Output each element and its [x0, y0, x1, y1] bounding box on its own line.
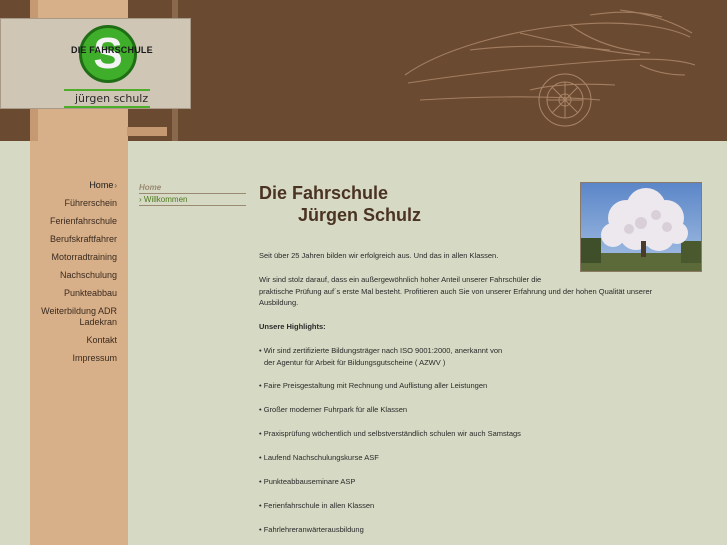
sidebar-item-label: Home: [89, 180, 114, 190]
highlights-heading: Unsere Highlights:: [259, 322, 326, 331]
subnav-item-label: Willkommen: [143, 195, 188, 204]
highlight-item: • Punkteabbauseminare ASP: [259, 477, 356, 486]
highlight-line: • Wir sind zertifizierte Bildungsträger …: [259, 346, 503, 355]
sidebar-item-impressum[interactable]: Impressum: [0, 353, 125, 364]
highlight-item: • Fahrlehreranwärterausbildung: [259, 525, 364, 534]
highlight-item: • Ferienfahrschule in allen Klassen: [259, 501, 375, 510]
logo-owner-name: jürgen schulz: [75, 92, 149, 105]
highlight-item: • Faire Preisgestaltung mit Rechnung und…: [259, 381, 488, 390]
highlight-item: • Wir sind zertifizierte Bildungsträger …: [259, 345, 689, 368]
highlight-item: • Großer moderner Fuhrpark für alle Klas…: [259, 405, 408, 414]
sidebar-item-punkteabbau[interactable]: Punkteabbau: [0, 288, 125, 299]
logo-divider-top: [64, 89, 150, 91]
intro-text: Seit über 25 Jahren bilden wir erfolgrei…: [259, 251, 499, 260]
pride-line: Wir sind stolz darauf, dass ein außergew…: [259, 275, 542, 284]
logo-divider-bottom: [64, 106, 150, 108]
breadcrumb: Home › Willkommen: [139, 183, 246, 206]
sidebar-item-fuehrerschein[interactable]: Führerschein: [0, 198, 125, 209]
chevron-right-icon: ›: [139, 195, 142, 204]
highlight-line: der Agentur für Arbeit für Bildungsgutsc…: [264, 357, 446, 367]
sidebar-item-motorradtraining[interactable]: Motorradtraining: [0, 252, 125, 263]
logo-title: DIE FAHRSCHULE: [71, 45, 153, 55]
pillar-step: [127, 127, 167, 136]
highlight-item: • Laufend Nachschulungskurse ASF: [259, 453, 379, 462]
pride-line: Ausbildung.: [259, 298, 299, 307]
chevron-right-icon: ›: [114, 181, 117, 190]
sidebar-item-berufskraftfahrer[interactable]: Berufskraftfahrer: [0, 234, 125, 245]
sidebar-item-kontakt[interactable]: Kontakt: [0, 335, 125, 346]
breadcrumb-home-link[interactable]: Home: [139, 183, 246, 194]
sidebar-item-weiterbildung[interactable]: Weiterbildung ADR Ladekran: [0, 306, 125, 328]
car-sketch-image: [404, 9, 696, 127]
sidebar-item-label: Ladekran: [79, 317, 117, 327]
subnav-item-willkommen[interactable]: › Willkommen: [139, 194, 246, 206]
sidebar-nav: Home› Führerschein Ferienfahrschule Beru…: [0, 180, 125, 364]
logo[interactable]: S DIE FAHRSCHULE jürgen schulz: [0, 18, 191, 109]
sidebar-item-ferienfahrschule[interactable]: Ferienfahrschule: [0, 216, 125, 227]
highlight-item: • Praxisprüfung wöchentlich und selbstve…: [259, 429, 521, 438]
pride-paragraph: Wir sind stolz darauf, dass ein außergew…: [259, 274, 689, 309]
sidebar-item-label: Weiterbildung ADR: [41, 306, 117, 316]
pride-line: praktische Prüfung auf´s erste Mal beste…: [259, 286, 653, 296]
sidebar-item-home[interactable]: Home›: [0, 180, 125, 191]
sidebar-item-nachschulung[interactable]: Nachschulung: [0, 270, 125, 281]
